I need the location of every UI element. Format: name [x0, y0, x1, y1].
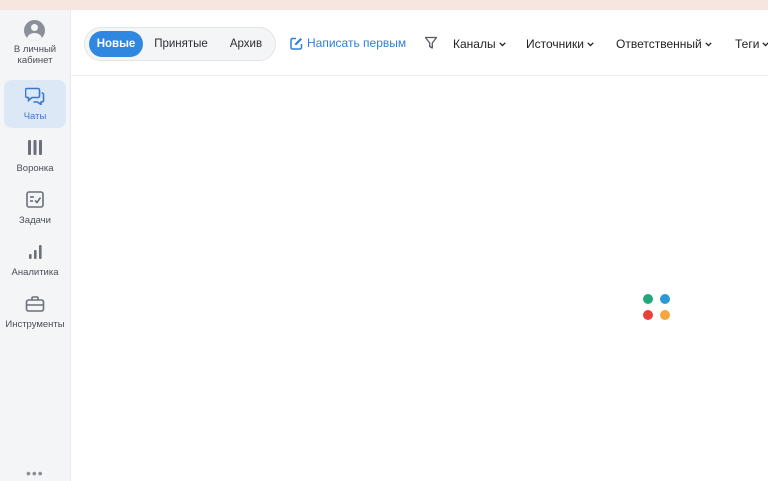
edit-icon — [290, 37, 303, 50]
avatar-icon — [24, 20, 45, 41]
sidebar-item-chats[interactable]: Чаты — [4, 80, 66, 128]
chat-filters-header: Новые Принятые Архив Написать первым Кан… — [71, 10, 768, 76]
chevron-down-icon — [705, 42, 712, 47]
tab-accepted[interactable]: Принятые — [147, 31, 215, 57]
sidebar-item-tools[interactable]: Инструменты — [4, 288, 66, 336]
analytics-icon — [29, 245, 42, 259]
responsible-dropdown[interactable]: Ответственный — [616, 37, 712, 53]
profile-label: В личный кабинет — [13, 44, 57, 66]
sidebar-item-label: Инструменты — [5, 319, 65, 330]
tab-new[interactable]: Новые — [89, 31, 143, 57]
loader-dot — [660, 294, 670, 304]
loader-dot — [660, 310, 670, 320]
tags-dropdown[interactable]: Теги — [735, 37, 768, 53]
sidebar-item-analytics[interactable]: Аналитика — [4, 236, 66, 284]
sources-dropdown-label: Источники — [526, 37, 584, 51]
sidebar-item-tasks[interactable]: Задачи — [4, 184, 66, 232]
tab-archive[interactable]: Архив — [219, 31, 273, 57]
sidebar-item-label: Задачи — [19, 215, 51, 226]
tasks-icon — [26, 191, 44, 208]
sidebar-item-label: Чаты — [23, 111, 47, 122]
sources-dropdown[interactable]: Источники — [526, 37, 594, 53]
write-first-label: Написать первым — [307, 36, 407, 50]
chat-icon — [25, 87, 45, 105]
channels-dropdown[interactable]: Каналы — [453, 37, 506, 53]
filter-icon[interactable] — [424, 36, 438, 50]
chevron-down-icon — [762, 42, 768, 47]
responsible-dropdown-label: Ответственный — [616, 37, 702, 51]
sidebar: В личный кабинет Чаты Воронка Задачи Ана… — [0, 10, 71, 481]
profile-link[interactable]: В личный кабинет — [0, 10, 70, 74]
loader-dot — [643, 310, 653, 320]
loader-dot — [643, 294, 653, 304]
sidebar-item-funnel[interactable]: Воронка — [4, 132, 66, 180]
toolbox-icon — [25, 296, 45, 312]
funnel-columns-icon — [28, 140, 42, 155]
chevron-down-icon — [587, 42, 594, 47]
sidebar-item-label: Аналитика — [11, 267, 59, 278]
sidebar-item-label: Воронка — [16, 163, 54, 174]
tags-dropdown-label: Теги — [735, 37, 760, 51]
more-dots-icon[interactable]: ••• — [26, 466, 44, 480]
loading-spinner — [643, 294, 671, 322]
chevron-down-icon — [498, 42, 506, 47]
channels-dropdown-label: Каналы — [453, 37, 496, 51]
top-strip — [0, 0, 768, 10]
status-tabs: Новые Принятые Архив — [84, 27, 276, 61]
